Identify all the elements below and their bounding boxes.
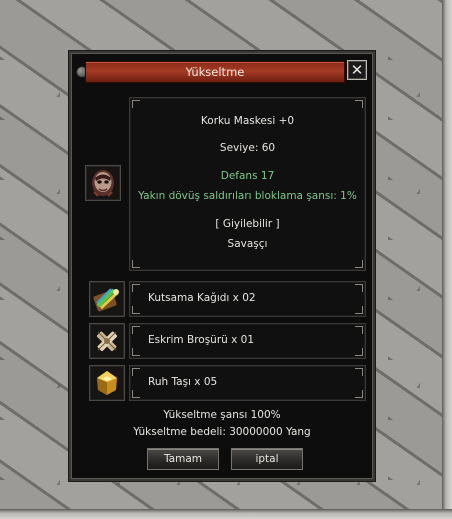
close-button[interactable]: ✕ [347, 60, 367, 80]
panel-corner [132, 390, 140, 398]
item-wearable: [ Giyilebilir ] [215, 218, 280, 230]
gold-stone-icon [97, 371, 117, 395]
material-label: Eskrim Broşürü x 01 [148, 334, 255, 346]
item-bonus: Yakın dövüş saldırıları bloklama şansı: … [138, 190, 357, 202]
panel-corner [132, 348, 140, 356]
panel-corner [132, 326, 140, 334]
upgrade-window: Yükseltme ✕ Korku Maskesi +0 Seviye: 60 … [69, 51, 375, 481]
title-bar[interactable]: Yükseltme [85, 61, 345, 83]
mask-icon [92, 170, 114, 197]
panel-corner [132, 368, 140, 376]
panel-corner [355, 100, 363, 108]
scroll-icon [93, 288, 119, 312]
panel-corner [132, 306, 140, 314]
panel-corner [355, 284, 363, 292]
upgrade-chance: Yükseltme şansı 100% [163, 409, 281, 421]
item-level: Seviye: 60 [219, 142, 276, 154]
panel-corner [132, 260, 140, 268]
material-slot-blessing-scroll[interactable] [89, 281, 125, 317]
window-title: Yükseltme [185, 65, 245, 79]
material-label: Ruh Taşı x 05 [148, 376, 218, 388]
panel-corner [132, 100, 140, 108]
screen-border-bottom [0, 509, 452, 519]
upgrade-cost: Yükseltme bedeli: 30000000 Yang [133, 426, 311, 438]
panel-corner [355, 348, 363, 356]
material-slot-fencing-brochure[interactable] [89, 323, 125, 359]
material-row-soul-stone: Ruh Taşı x 05 [129, 365, 366, 401]
ok-button[interactable]: Tamam [147, 448, 219, 470]
cancel-button[interactable]: iptal [231, 448, 303, 470]
panel-corner [355, 390, 363, 398]
item-class: Savaşçı [227, 238, 268, 250]
item-info-panel: Korku Maskesi +0 Seviye: 60 Defans 17 Ya… [129, 97, 366, 271]
item-defense: Defans 17 [220, 170, 275, 182]
material-label: Kutsama Kağıdı x 02 [148, 292, 256, 304]
panel-corner [132, 284, 140, 292]
panel-corner [355, 260, 363, 268]
screen-border-right [442, 0, 452, 519]
material-row-fencing-brochure: Eskrim Broşürü x 01 [129, 323, 366, 359]
panel-corner [355, 326, 363, 334]
panel-corner [355, 306, 363, 314]
material-slot-soul-stone[interactable] [89, 365, 125, 401]
item-name: Korku Maskesi +0 [200, 115, 295, 127]
material-row-blessing-scroll: Kutsama Kağıdı x 02 [129, 281, 366, 317]
panel-corner [355, 368, 363, 376]
crossed-swords-icon [96, 331, 118, 352]
item-slot[interactable] [85, 165, 121, 201]
